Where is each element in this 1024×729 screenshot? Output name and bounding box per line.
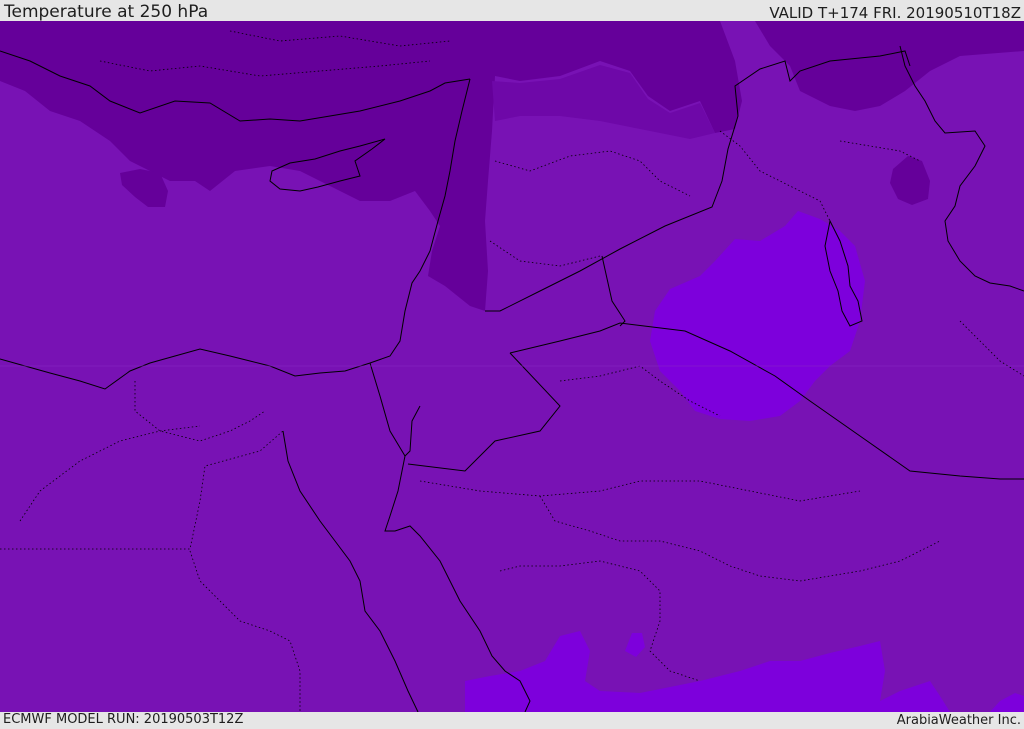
- map-title: Temperature at 250 hPa: [4, 2, 209, 22]
- header-bar: Temperature at 250 hPa VALID T+174 FRI. …: [0, 0, 1024, 22]
- temperature-map: [0, 21, 1024, 712]
- valid-time: VALID T+174 FRI. 20190510T18Z: [769, 4, 1021, 22]
- map-frame: Temperature at 250 hPa VALID T+174 FRI. …: [0, 0, 1024, 729]
- model-run: ECMWF MODEL RUN: 20190503T12Z: [3, 712, 244, 727]
- credit: ArabiaWeather Inc.: [896, 713, 1021, 728]
- map-area: [0, 21, 1024, 712]
- footer-bar: ECMWF MODEL RUN: 20190503T12Z ArabiaWeat…: [0, 712, 1024, 729]
